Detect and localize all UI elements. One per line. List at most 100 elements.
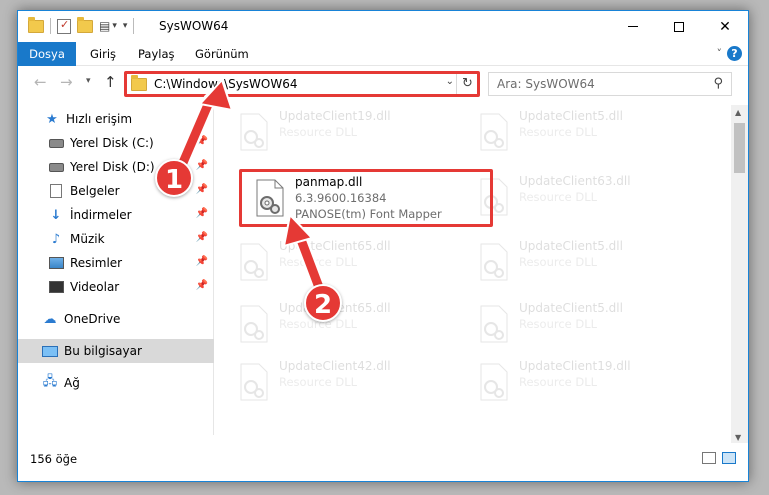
scroll-down-icon[interactable]: ▼ xyxy=(735,433,741,442)
sidebar-item-videos[interactable]: Videolar 📌 xyxy=(18,275,214,299)
maximize-icon xyxy=(674,21,684,32)
tab-home[interactable]: Giriş xyxy=(90,42,116,66)
window-title: SysWOW64 xyxy=(159,19,229,33)
sidebar-item-quick-access[interactable]: ★ Hızlı erişim xyxy=(18,107,214,131)
search-icon[interactable]: ⚲ xyxy=(713,76,723,91)
expand-ribbon-icon[interactable]: ˅ xyxy=(717,47,723,60)
file-name: UpdateClient42.dll xyxy=(279,359,391,373)
divider xyxy=(133,18,135,34)
step-1-badge: 1 xyxy=(155,159,193,197)
dll-file-icon xyxy=(240,113,268,151)
folder-icon xyxy=(131,75,147,91)
list-item[interactable]: UpdateClient5.dll Resource DLL xyxy=(471,105,711,161)
minimize-button[interactable] xyxy=(610,11,656,42)
file-description: PANOSE(tm) Font Mapper xyxy=(295,207,442,221)
search-input[interactable]: Ara: SysWOW64 xyxy=(497,77,595,91)
status-bar: 156 öğe xyxy=(18,443,748,481)
quick-access-toolbar: ▤ ▾ ▾ xyxy=(28,16,140,34)
sidebar-item-network[interactable]: 🖧 Ağ xyxy=(18,371,214,395)
sidebar-item-pictures[interactable]: Resimler 📌 xyxy=(18,251,214,275)
navigation-pane: ★ Hızlı erişim Yerel Disk (C:) 📌 Yerel D… xyxy=(18,105,214,435)
pin-icon: 📌 xyxy=(195,184,208,195)
tiles-view-icon[interactable] xyxy=(722,452,736,464)
recent-locations-icon[interactable]: ▾ xyxy=(86,76,91,86)
vertical-scrollbar[interactable]: ▲ ▼ xyxy=(731,105,748,445)
folder-icon xyxy=(28,16,44,33)
back-button[interactable]: ← xyxy=(34,73,47,91)
sidebar-item-label: OneDrive xyxy=(64,312,121,326)
computer-icon xyxy=(42,343,58,359)
file-name: panmap.dll xyxy=(295,175,363,189)
file-type: Resource DLL xyxy=(519,255,598,269)
customize-icon[interactable]: ▤ xyxy=(99,19,110,33)
panmap-dll-file[interactable]: panmap.dll 6.3.9600.16384 PANOSE(tm) Fon… xyxy=(247,171,467,227)
item-count: 156 öğe xyxy=(30,452,78,466)
file-type: Resource DLL xyxy=(519,375,598,389)
list-item[interactable]: UpdateClient5.dll Resource DLL xyxy=(471,235,711,291)
sidebar-item-label: Resimler xyxy=(70,256,123,270)
tab-view[interactable]: Görünüm xyxy=(195,42,249,66)
sidebar-item-label: Müzik xyxy=(70,232,105,246)
chevron-down-icon[interactable]: ▾ xyxy=(112,21,117,31)
up-button[interactable]: ↑ xyxy=(104,73,117,91)
dll-file-icon xyxy=(480,243,508,281)
file-type: Resource DLL xyxy=(279,375,358,389)
sidebar-item-music[interactable]: ♪ Müzik 📌 xyxy=(18,227,214,251)
sidebar-item-label: İndirmeler xyxy=(70,208,132,222)
dll-file-icon xyxy=(480,178,508,216)
list-item[interactable]: UpdateClient19.dll Resource DLL xyxy=(231,105,451,161)
file-name: UpdateClient5.dll xyxy=(519,109,623,123)
dll-file-icon xyxy=(240,363,268,401)
title-bar: ▤ ▾ ▾ SysWOW64 ✕ xyxy=(18,11,748,42)
search-box[interactable]: Ara: SysWOW64 ⚲ xyxy=(488,72,732,96)
list-item[interactable]: UpdateClient65.dll Resource DLL xyxy=(231,235,451,291)
ribbon-tabs: Dosya Giriş Paylaş Görünüm ˅ ? xyxy=(18,42,748,66)
sidebar-item-label: Bu bilgisayar xyxy=(64,344,142,358)
network-icon: 🖧 xyxy=(42,374,58,389)
explorer-window: ▤ ▾ ▾ SysWOW64 ✕ Dosya Giriş Paylaş Görü… xyxy=(17,10,749,482)
pin-icon: 📌 xyxy=(195,208,208,219)
pin-icon: 📌 xyxy=(195,232,208,243)
music-icon: ♪ xyxy=(51,231,61,247)
sidebar-item-disk-c[interactable]: Yerel Disk (C:) 📌 xyxy=(18,131,214,155)
file-name: UpdateClient19.dll xyxy=(279,109,391,123)
tab-share[interactable]: Paylaş xyxy=(138,42,175,66)
dll-file-icon xyxy=(480,363,508,401)
dll-file-icon xyxy=(480,305,508,343)
navigation-bar: ← → ▾ ↑ C:\Windows\SysWOW64 ⌄ ↻ Ara: Sys… xyxy=(18,67,748,100)
sidebar-item-this-pc[interactable]: Bu bilgisayar xyxy=(18,339,214,363)
details-view-icon[interactable] xyxy=(702,452,716,464)
new-folder-icon[interactable] xyxy=(77,16,93,33)
scrollbar-thumb[interactable] xyxy=(734,123,745,173)
properties-icon[interactable] xyxy=(57,18,71,34)
dropdown-arrow-icon[interactable]: ▾ xyxy=(123,21,128,31)
sidebar-item-onedrive[interactable]: ☁ OneDrive xyxy=(18,307,214,331)
address-text[interactable]: C:\Windows\SysWOW64 xyxy=(154,77,298,91)
sidebar-item-downloads[interactable]: ↓ İndirmeler 📌 xyxy=(18,203,214,227)
maximize-button[interactable] xyxy=(656,11,702,42)
file-name: UpdateClient65.dll xyxy=(279,239,391,253)
forward-button[interactable]: → xyxy=(60,73,73,91)
help-icon[interactable]: ? xyxy=(727,46,742,61)
downloads-icon: ↓ xyxy=(50,207,62,223)
chevron-down-icon[interactable]: ⌄ xyxy=(446,76,454,87)
list-item[interactable]: UpdateClient42.dll Resource DLL xyxy=(231,355,451,411)
list-item[interactable]: UpdateClient5.dll Resource DLL xyxy=(471,297,711,353)
list-item[interactable]: UpdateClient19.dll Resource DLL xyxy=(471,355,711,411)
tab-file[interactable]: Dosya xyxy=(18,42,76,66)
file-name: UpdateClient63.dll xyxy=(519,174,631,188)
pin-icon: 📌 xyxy=(195,160,208,171)
refresh-icon[interactable]: ↻ xyxy=(456,73,478,95)
dll-file-icon xyxy=(240,243,268,281)
minimize-icon xyxy=(628,26,638,27)
sidebar-item-label: Videolar xyxy=(70,280,120,294)
file-name: UpdateClient5.dll xyxy=(519,301,623,315)
close-button[interactable]: ✕ xyxy=(702,11,748,42)
videos-icon xyxy=(48,279,64,295)
address-bar[interactable]: C:\Windows\SysWOW64 ⌄ ↻ xyxy=(125,72,479,96)
list-item[interactable]: UpdateClient63.dll Resource DLL xyxy=(471,170,711,226)
file-version: 6.3.9600.16384 xyxy=(295,191,387,205)
scroll-up-icon[interactable]: ▲ xyxy=(735,108,741,117)
pin-icon: 📌 xyxy=(195,280,208,291)
sidebar-item-label: Hızlı erişim xyxy=(66,112,133,126)
